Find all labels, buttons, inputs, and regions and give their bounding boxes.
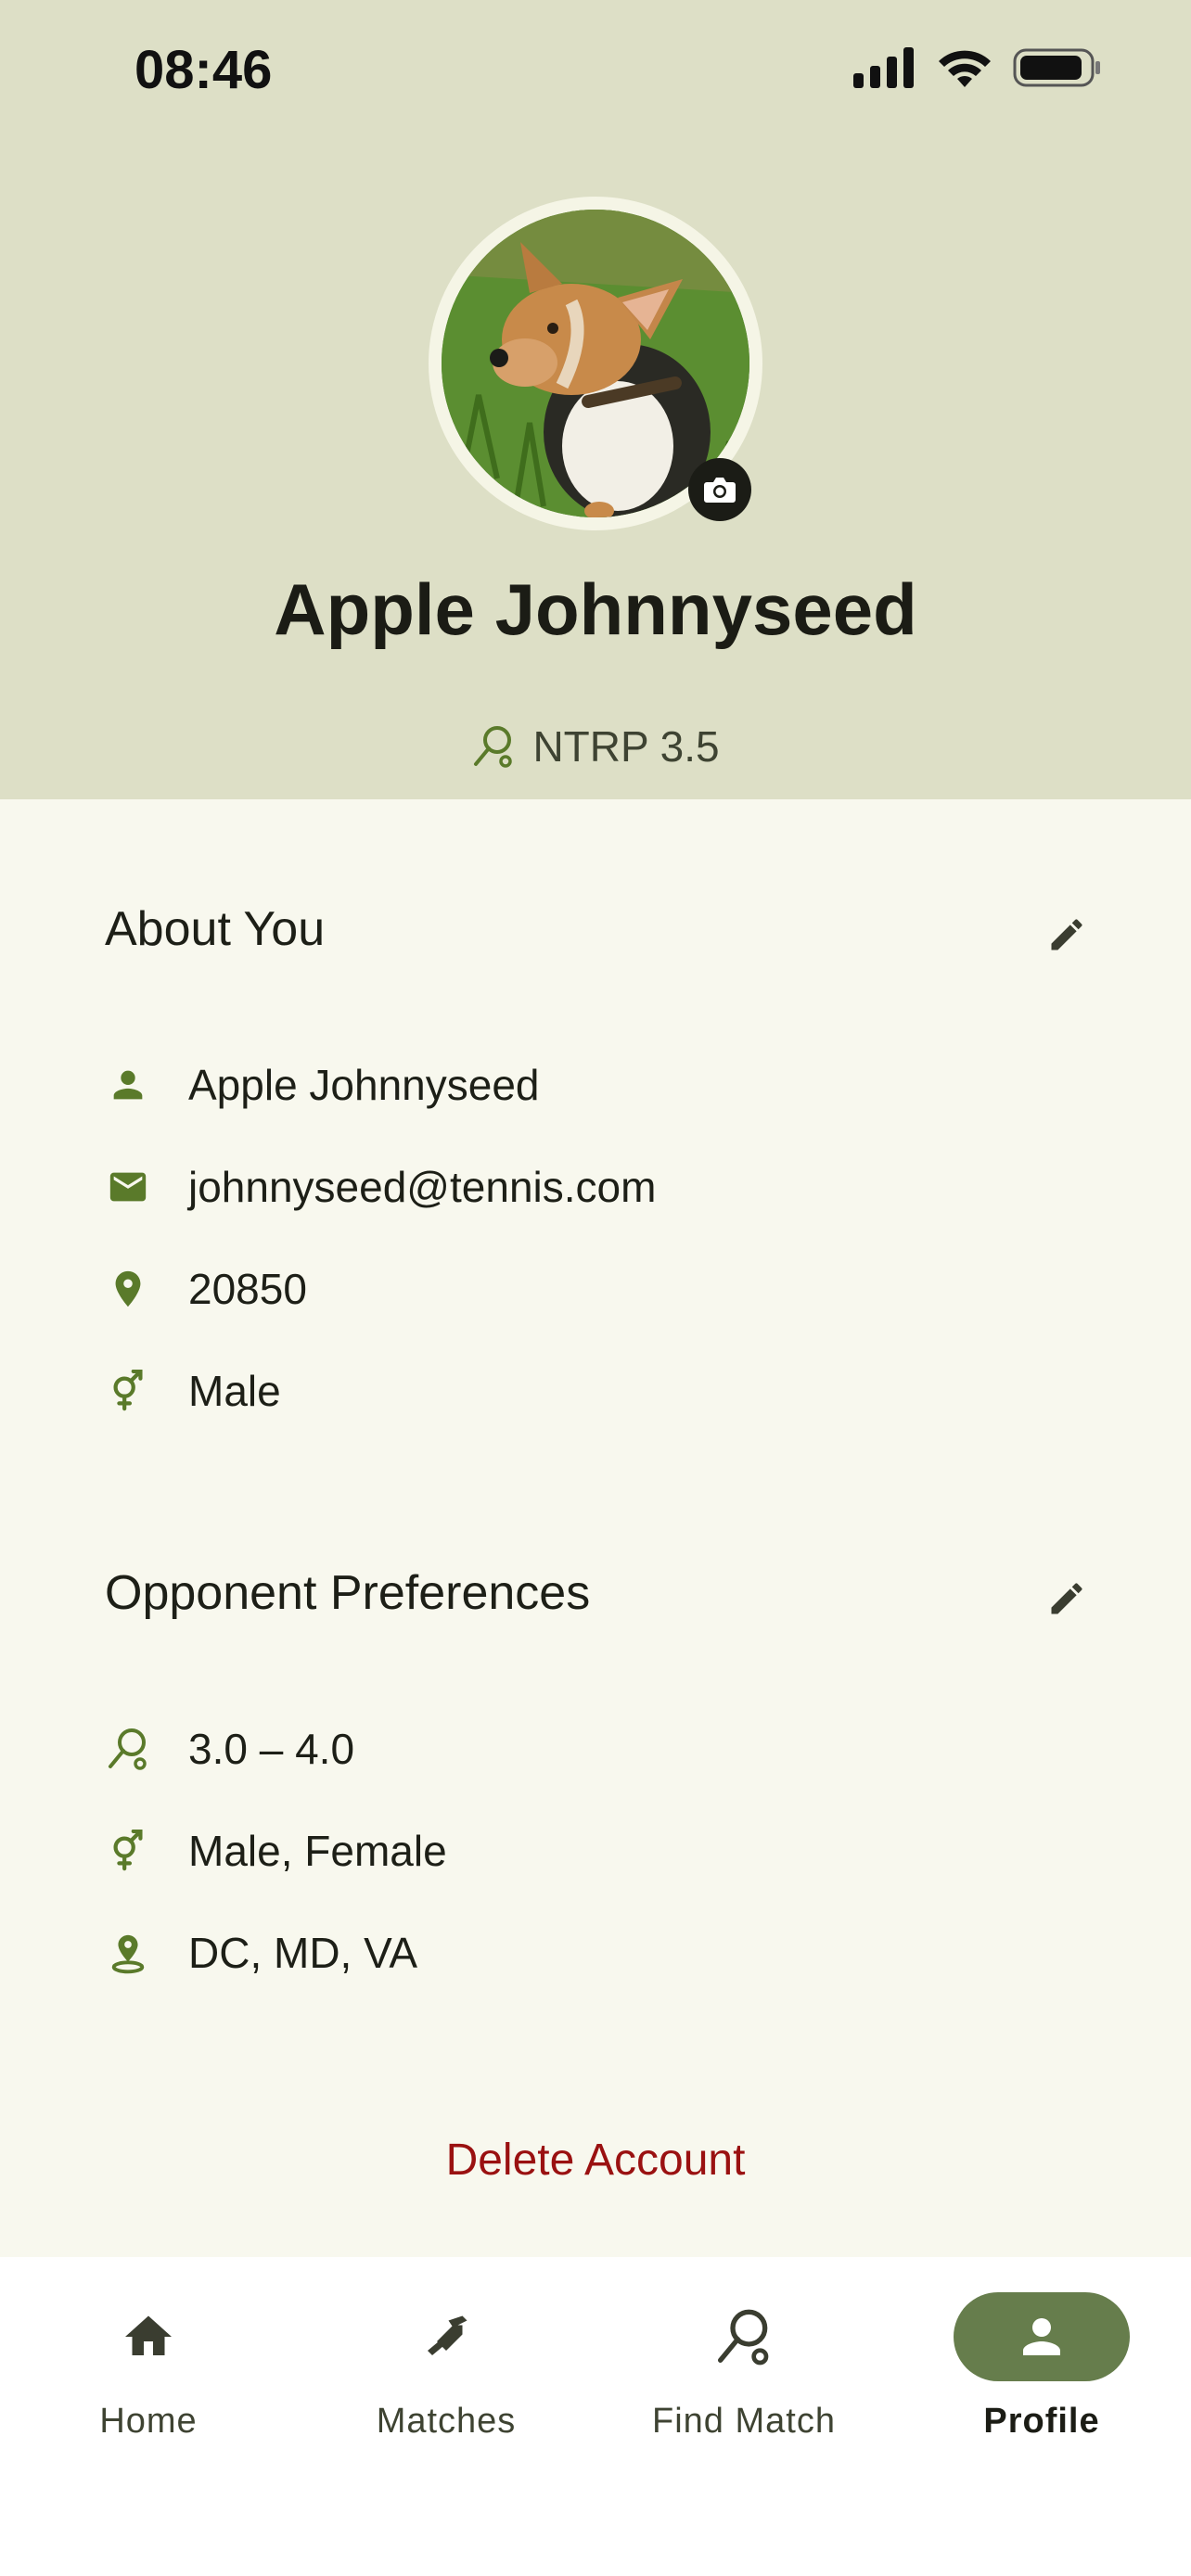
pref-location-text: DC, MD, VA xyxy=(188,1929,418,1977)
about-email-text: johnnyseed@tennis.com xyxy=(188,1163,657,1211)
nav-label-profile: Profile xyxy=(983,2402,1100,2441)
about-gender-row: Male xyxy=(105,1366,281,1416)
preferences-section-title: Opponent Preferences xyxy=(105,1566,591,1620)
rating-text: NTRP 3.5 xyxy=(532,722,720,771)
status-icons xyxy=(853,46,1102,89)
nav-label-matches: Matches xyxy=(376,2402,517,2441)
status-time: 08:46 xyxy=(134,40,273,100)
wifi-icon xyxy=(939,50,991,87)
racket-icon xyxy=(105,1726,151,1772)
nav-label-home: Home xyxy=(99,2402,198,2441)
battery-icon xyxy=(1013,48,1100,87)
nav-item-find-match[interactable]: Find Match xyxy=(633,2292,855,2478)
pref-gender-text: Male, Female xyxy=(188,1827,447,1875)
nav-label-find-match: Find Match xyxy=(652,2402,836,2441)
about-email-row: johnnyseed@tennis.com xyxy=(105,1162,656,1212)
rating-badge: NTRP 3.5 xyxy=(0,721,1191,772)
pref-level-row: 3.0 – 4.0 xyxy=(105,1724,354,1774)
edit-about-button[interactable] xyxy=(1041,909,1093,961)
edit-preferences-button[interactable] xyxy=(1041,1573,1093,1625)
location-area-icon xyxy=(105,1930,151,1976)
pencil-icon xyxy=(1051,919,1082,950)
about-name-row: Apple Johnnyseed xyxy=(105,1060,540,1110)
camera-icon xyxy=(704,478,736,503)
pencil-icon xyxy=(1051,1583,1082,1614)
pref-gender-row: Male, Female xyxy=(105,1826,447,1876)
profile-name: Apple Johnnyseed xyxy=(274,568,917,650)
racket-icon xyxy=(718,2309,769,2366)
person-icon xyxy=(105,1062,151,1108)
gender-icon xyxy=(105,1828,151,1874)
matches-icon xyxy=(428,2315,467,2355)
about-name-text: Apple Johnnyseed xyxy=(188,1061,540,1109)
about-section-title: About You xyxy=(105,902,326,956)
gender-icon xyxy=(105,1368,151,1414)
nav-item-home[interactable]: Home xyxy=(37,2292,260,2478)
nav-item-profile[interactable]: Profile xyxy=(930,2292,1153,2478)
profile-header: 08:46 Apple Johnnyseed NTRP 3.5 xyxy=(0,0,1191,799)
person-icon xyxy=(1023,2318,1060,2355)
location-pin-icon xyxy=(105,1266,151,1312)
racket-icon xyxy=(474,726,513,768)
about-gender-text: Male xyxy=(188,1367,281,1415)
mail-icon xyxy=(105,1164,151,1210)
about-zip-row: 20850 xyxy=(105,1264,307,1314)
signal-icon xyxy=(853,47,914,88)
delete-account-button[interactable]: Delete Account xyxy=(0,2135,1191,2186)
nav-item-matches[interactable]: Matches xyxy=(335,2292,557,2478)
bottom-nav: Home Matches Find Match Profile xyxy=(0,2257,1191,2576)
pref-location-row: DC, MD, VA xyxy=(105,1928,417,1978)
about-zip-text: 20850 xyxy=(188,1265,307,1313)
change-photo-button[interactable] xyxy=(688,458,751,521)
home-icon xyxy=(125,2315,172,2355)
pref-level-text: 3.0 – 4.0 xyxy=(188,1725,355,1773)
